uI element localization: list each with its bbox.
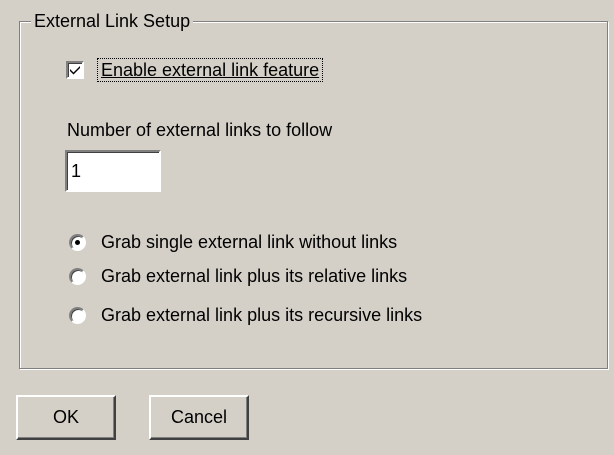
enable-external-link-label[interactable]: Enable external link feature [96, 58, 324, 82]
radio-grab-recursive[interactable]: Grab external link plus its recursive li… [69, 302, 422, 328]
radio-selected-icon[interactable] [69, 233, 86, 251]
groupbox-title: External Link Setup [31, 9, 194, 33]
radio-grab-relative-label[interactable]: Grab external link plus its relative lin… [101, 266, 407, 287]
radio-unselected-icon[interactable] [69, 306, 86, 324]
checkbox-check-icon[interactable] [66, 61, 84, 79]
links-to-follow-label: Number of external links to follow [67, 120, 333, 140]
enable-external-link-checkbox[interactable]: Enable external link feature [66, 58, 324, 82]
cancel-button[interactable]: Cancel [149, 395, 249, 440]
radio-grab-relative[interactable]: Grab external link plus its relative lin… [69, 263, 407, 289]
radio-grab-single[interactable]: Grab single external link without links [69, 229, 397, 255]
radio-grab-recursive-label[interactable]: Grab external link plus its recursive li… [101, 305, 422, 326]
radio-unselected-icon[interactable] [69, 267, 86, 285]
links-to-follow-input[interactable]: 1 [65, 150, 161, 192]
ok-button[interactable]: OK [16, 395, 116, 440]
radio-grab-single-label[interactable]: Grab single external link without links [101, 232, 397, 253]
radio-dot-icon [75, 239, 80, 245]
